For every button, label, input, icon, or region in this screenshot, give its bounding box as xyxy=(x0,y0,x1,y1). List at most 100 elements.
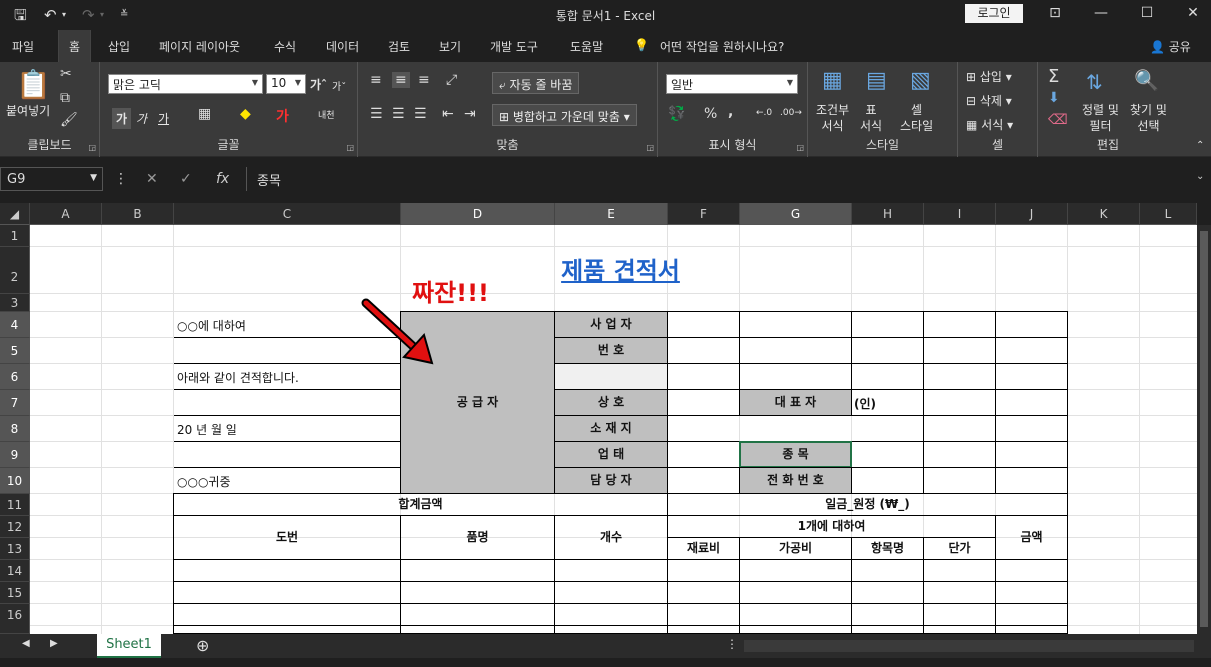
row-header-8[interactable]: 8 xyxy=(0,416,30,442)
number-launcher-icon[interactable]: ◲ xyxy=(796,143,804,152)
worksheet-grid[interactable]: ◢ A B C D E F G H I J K L 1 2 3 4 5 6 7 … xyxy=(0,203,1211,634)
total-label[interactable]: 합계금액 xyxy=(173,493,668,516)
column-header-k[interactable]: K xyxy=(1068,203,1140,225)
header-gagong[interactable]: 가공비 xyxy=(739,537,852,560)
increase-indent-icon[interactable]: ⇥ xyxy=(464,106,476,122)
alignment-launcher-icon[interactable]: ◲ xyxy=(646,143,654,152)
cell-c6[interactable]: 아래와 같이 견적합니다. xyxy=(174,364,401,390)
align-left-icon[interactable]: ☰ xyxy=(370,106,383,122)
cell-styles-icon[interactable]: ▧ xyxy=(910,68,931,93)
collapse-ribbon-icon[interactable]: ⌃ xyxy=(1196,140,1204,151)
tab-developer[interactable]: 개발 도구 xyxy=(490,38,538,55)
column-header-i[interactable]: I xyxy=(924,203,996,225)
cell-h7[interactable]: (인) xyxy=(854,395,876,412)
cell-area[interactable]: 제품 견적서 ○○에 대하여 아래와 같이 견적합니다. 20 년 월 일 ○○… xyxy=(30,225,1197,634)
font-name-combo[interactable]: 맑은 고딕 ▼ xyxy=(108,74,263,94)
find-select-icon[interactable]: 🔍 xyxy=(1134,68,1159,92)
redo-dropdown-icon[interactable]: ▾ xyxy=(100,6,104,24)
column-header-j[interactable]: J xyxy=(996,203,1068,225)
orientation-icon[interactable]: ⤢ xyxy=(446,72,457,88)
column-header-b[interactable]: B xyxy=(102,203,174,225)
sort-filter-button[interactable]: 정렬 및 필터 xyxy=(1082,102,1119,134)
cell-styles-button[interactable]: 셀 스타일 xyxy=(900,102,933,134)
row-header-9[interactable]: 9 xyxy=(0,442,30,468)
percent-icon[interactable]: % xyxy=(704,106,717,122)
column-header-l[interactable]: L xyxy=(1140,203,1197,225)
header-danga[interactable]: 단가 xyxy=(923,537,996,560)
tab-view[interactable]: 보기 xyxy=(439,38,461,55)
add-sheet-icon[interactable]: ⊕ xyxy=(196,636,209,655)
tab-split-icon[interactable]: ⋮ xyxy=(726,637,738,651)
more-icon[interactable]: ⋮ xyxy=(114,171,128,187)
enter-icon[interactable]: ✓ xyxy=(180,171,192,187)
tab-formulas[interactable]: 수식 xyxy=(274,38,296,55)
horizontal-scrollbar[interactable] xyxy=(744,640,1194,652)
row-header-13[interactable]: 13 xyxy=(0,538,30,560)
paste-button[interactable]: 붙여넣기 xyxy=(6,102,50,119)
align-right-icon[interactable]: ☰ xyxy=(414,106,427,122)
header-geumaek[interactable]: 금액 xyxy=(995,515,1068,560)
tell-me-search[interactable]: 어떤 작업을 원하시나요? xyxy=(660,38,784,55)
prev-sheet-icon[interactable]: ◀ xyxy=(22,638,30,649)
header-gaesu[interactable]: 개수 xyxy=(554,515,668,560)
row-header-11[interactable]: 11 xyxy=(0,494,30,516)
phonetic-button[interactable]: 내천 xyxy=(318,108,335,121)
comma-style-icon[interactable]: , xyxy=(728,104,733,120)
cut-icon[interactable]: ✂ xyxy=(60,66,72,82)
format-table-icon[interactable]: ▤ xyxy=(866,68,887,93)
row-header-16[interactable]: 16 xyxy=(0,604,30,634)
cell-g7[interactable]: 대 표 자 xyxy=(739,389,852,416)
column-header-e[interactable]: E xyxy=(555,203,668,225)
row-header-14[interactable]: 14 xyxy=(0,560,30,582)
font-launcher-icon[interactable]: ◲ xyxy=(346,143,354,152)
row-header-3[interactable]: 3 xyxy=(0,294,30,312)
cell-e7[interactable]: 상 호 xyxy=(554,389,668,416)
ribbon-display-icon[interactable]: ⊡ xyxy=(1040,5,1070,21)
column-header-f[interactable]: F xyxy=(668,203,740,225)
align-middle-icon[interactable]: ≡ xyxy=(392,72,410,88)
select-all-corner[interactable]: ◢ xyxy=(0,203,30,225)
insert-function-icon[interactable]: fx xyxy=(216,171,229,187)
increase-decimal-icon[interactable]: ←.0 xyxy=(756,108,772,118)
tab-page-layout[interactable]: 페이지 레이아웃 xyxy=(159,38,240,55)
row-header-12[interactable]: 12 xyxy=(0,516,30,538)
tab-file[interactable]: 파일 xyxy=(12,38,34,55)
row-header-6[interactable]: 6 xyxy=(0,364,30,390)
number-format-combo[interactable]: 일반 ▼ xyxy=(666,74,798,94)
align-center-icon[interactable]: ☰ xyxy=(392,106,405,122)
share-button[interactable]: 👤 공유 xyxy=(1150,38,1191,55)
row-header-1[interactable]: 1 xyxy=(0,225,30,247)
autosum-icon[interactable]: Σ xyxy=(1048,66,1059,87)
header-per-unit[interactable]: 1개에 대하여 xyxy=(667,515,996,538)
formula-input[interactable]: 종목 xyxy=(246,167,1211,191)
redo-icon[interactable]: ↷ xyxy=(82,6,95,24)
conditional-format-button[interactable]: 조건부 서식 xyxy=(816,102,849,134)
cell-c9[interactable] xyxy=(174,442,401,468)
vertical-scroll-thumb[interactable] xyxy=(1200,231,1208,627)
undo-icon[interactable]: ↶ xyxy=(44,6,57,24)
cell-c10[interactable]: ○○○귀중 xyxy=(174,468,401,494)
decrease-decimal-icon[interactable]: .00→ xyxy=(780,108,802,118)
cell-e6[interactable] xyxy=(554,363,668,390)
next-sheet-icon[interactable]: ▶ xyxy=(50,638,58,649)
cell-g9[interactable]: 종 목 xyxy=(739,441,852,468)
vertical-scrollbar[interactable] xyxy=(1197,225,1211,634)
total-value[interactable]: 일금_원정 (₩_) xyxy=(667,493,1068,516)
tab-review[interactable]: 검토 xyxy=(388,38,410,55)
expand-formula-icon[interactable]: ⌄ xyxy=(1196,171,1204,182)
close-icon[interactable]: ✕ xyxy=(1178,5,1208,21)
find-select-button[interactable]: 찾기 및 선택 xyxy=(1130,102,1167,134)
cancel-icon[interactable]: ✕ xyxy=(146,171,158,187)
italic-button[interactable]: 가 xyxy=(136,110,147,127)
paste-icon[interactable]: 📋 xyxy=(16,68,51,101)
align-bottom-icon[interactable]: ≡ xyxy=(418,72,430,88)
undo-dropdown-icon[interactable]: ▾ xyxy=(62,6,66,24)
name-box[interactable]: G9 ▼ xyxy=(0,167,103,191)
cell-g10[interactable]: 전 화 번 호 xyxy=(739,467,852,494)
row-header-15[interactable]: 15 xyxy=(0,582,30,604)
format-table-button[interactable]: 표 서식 xyxy=(860,102,882,134)
decrease-indent-icon[interactable]: ⇤ xyxy=(442,106,454,122)
font-color-icon[interactable]: 가 xyxy=(276,106,289,126)
clipboard-launcher-icon[interactable]: ◲ xyxy=(88,143,96,152)
align-top-icon[interactable]: ≡ xyxy=(370,72,382,88)
